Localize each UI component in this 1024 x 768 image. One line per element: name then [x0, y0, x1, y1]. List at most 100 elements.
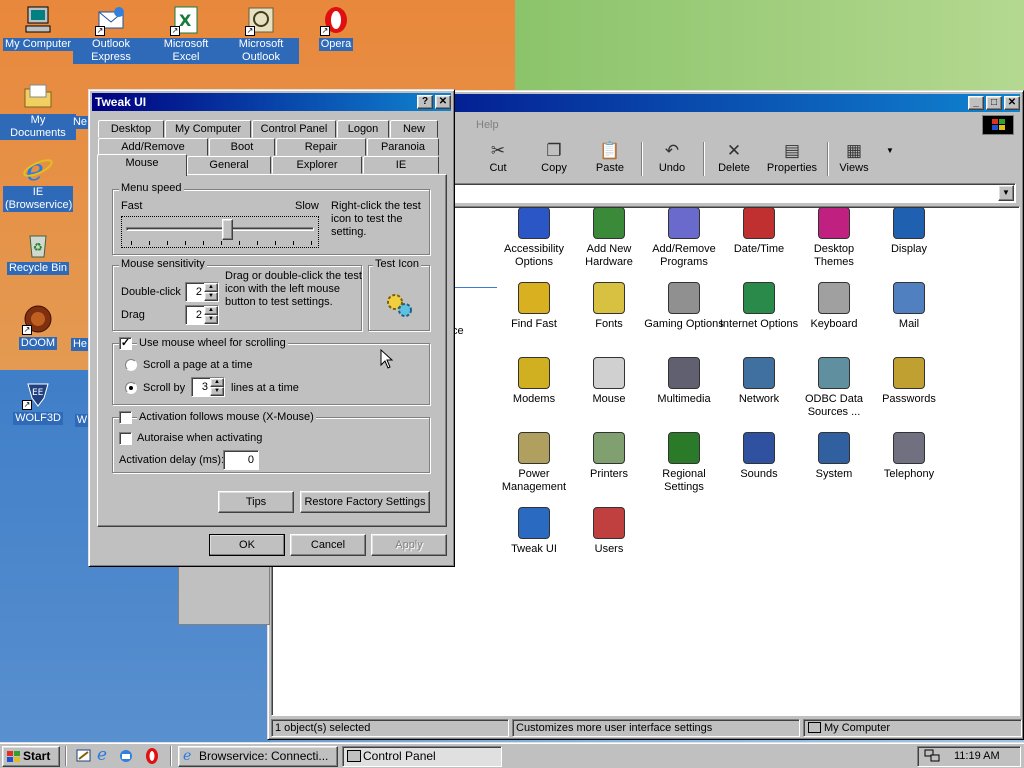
tab-repair[interactable]: Repair	[276, 138, 366, 156]
scroll-lines-stepper[interactable]: 3 ▲ ▼	[191, 377, 225, 397]
properties-button[interactable]: ▤ Properties	[761, 140, 823, 178]
undo-button[interactable]: ↶ Undo	[645, 140, 699, 178]
cut-button[interactable]: ✂ Cut	[471, 140, 525, 178]
restore-factory-settings-button[interactable]: Restore Factory Settings	[300, 491, 430, 513]
cp-item-multimedia[interactable]: Multimedia	[644, 357, 724, 406]
drag-stepper[interactable]: 2 ▲ ▼	[185, 305, 219, 325]
desktop-icon-my-documents[interactable]: My Documents	[0, 80, 76, 140]
cp-item-internet-options[interactable]: Internet Options	[719, 282, 799, 331]
task-control-panel[interactable]: Control Panel	[342, 746, 502, 767]
cp-item-add-remove-programs[interactable]: Add/Remove Programs	[644, 207, 724, 269]
cp-item-network[interactable]: Network	[719, 357, 799, 406]
cp-item-passwords[interactable]: Passwords	[869, 357, 949, 406]
delete-button[interactable]: ✕ Delete	[707, 140, 761, 178]
cp-item-gaming-options[interactable]: Gaming Options	[644, 282, 724, 331]
tray-network-icon[interactable]	[924, 749, 940, 763]
cp-item-fonts[interactable]: Fonts	[569, 282, 649, 331]
show-desktop-icon[interactable]	[76, 748, 92, 764]
cp-item-modems[interactable]: Modems	[494, 357, 574, 406]
outlook-icon: ↗	[245, 4, 277, 36]
cp-item-system[interactable]: System	[794, 432, 874, 481]
cp-item-tweak-ui[interactable]: Tweak UI	[494, 507, 574, 556]
ok-button[interactable]: OK	[209, 534, 285, 556]
tab-mouse[interactable]: Mouse	[97, 154, 187, 176]
cp-item-find-fast[interactable]: Find Fast	[494, 282, 574, 331]
stepper-down-icon[interactable]: ▼	[204, 292, 218, 301]
desktop-icon-ie-browservice[interactable]: e IE (Browservice)	[0, 152, 76, 212]
mouse-wheel-checkbox[interactable]: ✓	[119, 337, 132, 350]
apply-button[interactable]: Apply	[371, 534, 447, 556]
clock[interactable]: 11:19 AM	[954, 747, 1000, 766]
task-browservice[interactable]: e Browservice: Connecti...	[178, 746, 338, 767]
tab-control-panel[interactable]: Control Panel	[252, 120, 336, 138]
cp-item-regional-settings[interactable]: Regional Settings	[644, 432, 724, 494]
desktop-icon-doom[interactable]: ↗ DOOM	[0, 303, 76, 350]
tab-explorer[interactable]: Explorer	[272, 156, 362, 174]
outlook-express-quicklaunch-icon[interactable]	[118, 748, 134, 764]
cp-item-odbc-data-sources[interactable]: ODBC Data Sources ...	[794, 357, 874, 419]
cp-item-keyboard[interactable]: Keyboard	[794, 282, 874, 331]
start-button[interactable]: Start	[2, 746, 60, 767]
maximize-button[interactable]: □	[986, 96, 1002, 110]
tab-paranoia[interactable]: Paranoia	[367, 138, 439, 156]
cp-item-date-time[interactable]: Date/Time	[719, 207, 799, 256]
cp-item-mouse[interactable]: Mouse	[569, 357, 649, 406]
autoraise-checkbox[interactable]	[119, 432, 132, 445]
tips-button[interactable]: Tips	[218, 491, 294, 513]
stepper-up-icon[interactable]: ▲	[204, 306, 218, 315]
desktop-icon-partial-1[interactable]: Ne	[70, 116, 90, 129]
stepper-down-icon[interactable]: ▼	[204, 315, 218, 324]
menu-help[interactable]: Help	[476, 114, 499, 136]
views-button[interactable]: ▦ Views	[827, 140, 881, 178]
stepper-up-icon[interactable]: ▲	[210, 378, 224, 387]
cp-item-telephony[interactable]: Telephony	[869, 432, 949, 481]
cp-item-users[interactable]: Users	[569, 507, 649, 556]
tab-general[interactable]: General	[187, 156, 271, 174]
tab-new[interactable]: New	[390, 120, 438, 138]
desktop-icon-opera[interactable]: ↗ Opera	[298, 4, 374, 51]
desktop-icon-outlook[interactable]: ↗ Microsoft Outlook	[223, 4, 299, 64]
copy-button[interactable]: ❐ Copy	[527, 140, 581, 178]
tab-desktop[interactable]: Desktop	[98, 120, 164, 138]
menu-speed-slider[interactable]	[121, 216, 319, 248]
opera-quicklaunch-icon[interactable]	[144, 747, 160, 765]
scroll-by-radio[interactable]	[125, 382, 137, 394]
cp-item-printers[interactable]: Printers	[569, 432, 649, 481]
desktop-icon-excel[interactable]: X ↗ Microsoft Excel	[148, 4, 224, 64]
stepper-up-icon[interactable]: ▲	[204, 283, 218, 292]
desktop-icon-partial-2[interactable]: He	[70, 338, 90, 351]
cp-item-sounds[interactable]: Sounds	[719, 432, 799, 481]
tab-ie[interactable]: IE	[363, 156, 439, 174]
stepper-down-icon[interactable]: ▼	[210, 387, 224, 396]
cp-item-accessibility-options[interactable]: Accessibility Options	[494, 207, 574, 269]
slider-thumb[interactable]	[222, 219, 234, 240]
desktop-icon-my-computer[interactable]: My Computer	[0, 4, 76, 51]
close-button[interactable]: ✕	[1004, 96, 1020, 110]
paste-button[interactable]: 📋 Paste	[583, 140, 637, 178]
close-button[interactable]: ✕	[435, 95, 451, 109]
desktop-icon-recycle-bin[interactable]: ♻ Recycle Bin	[0, 228, 76, 275]
cancel-button[interactable]: Cancel	[290, 534, 366, 556]
ie-quicklaunch-icon[interactable]: e	[97, 747, 115, 765]
views-dropdown-arrow-icon[interactable]: ▼	[886, 146, 894, 155]
chevron-down-icon[interactable]: ▼	[998, 185, 1014, 201]
help-button[interactable]: ?	[417, 95, 433, 109]
desktop-icon-outlook-express[interactable]: ↗ Outlook Express	[73, 4, 149, 64]
activation-delay-input[interactable]: 0	[223, 450, 259, 470]
double-click-stepper[interactable]: 2 ▲ ▼	[185, 282, 219, 302]
minimize-button[interactable]: _	[968, 96, 984, 110]
tab-boot[interactable]: Boot	[209, 138, 275, 156]
cp-item-power-management[interactable]: Power Management	[494, 432, 574, 494]
cp-item-desktop-themes[interactable]: Desktop Themes	[794, 207, 874, 269]
desktop-icon-wolf3d[interactable]: EE ↗ WOLF3D	[0, 378, 76, 425]
excel-icon: X ↗	[170, 4, 202, 36]
gears-icon[interactable]	[383, 288, 415, 320]
tab-logon[interactable]: Logon	[337, 120, 389, 138]
tab-my-computer[interactable]: My Computer	[165, 120, 251, 138]
x-mouse-checkbox[interactable]	[119, 411, 132, 424]
scroll-page-radio[interactable]	[125, 359, 137, 371]
tweak-ui-titlebar[interactable]: Tweak UI ? ✕	[92, 93, 451, 111]
cp-item-mail[interactable]: Mail	[869, 282, 949, 331]
cp-item-add-new-hardware[interactable]: Add New Hardware	[569, 207, 649, 269]
cp-item-display[interactable]: Display	[869, 207, 949, 256]
